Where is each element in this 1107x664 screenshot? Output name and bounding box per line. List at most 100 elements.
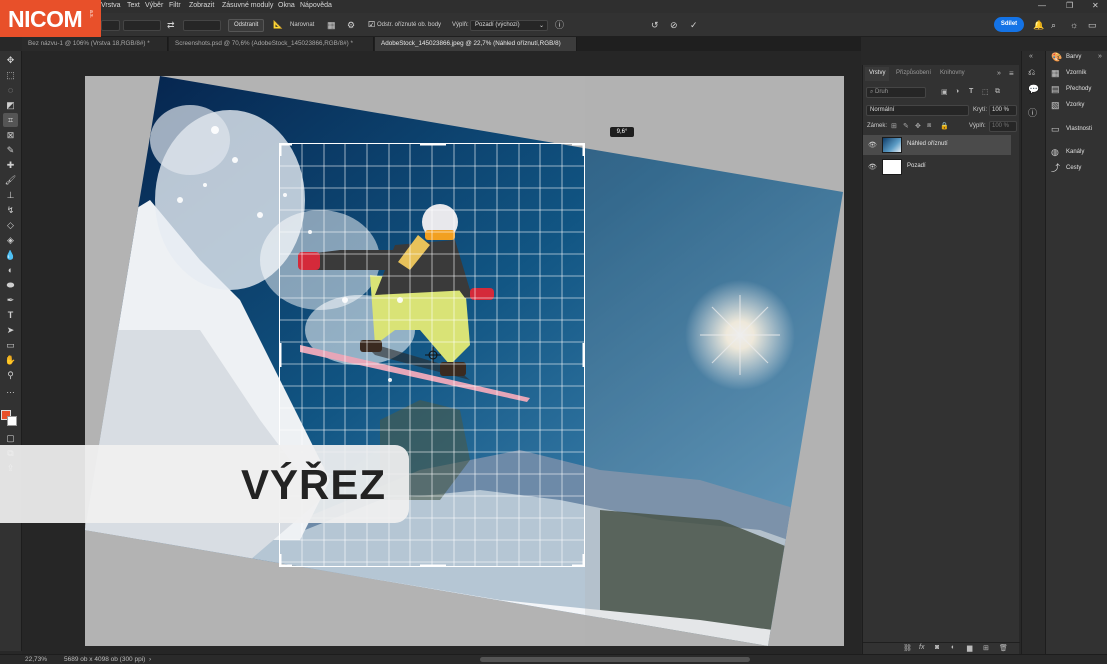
path-select-icon[interactable]: ➤	[3, 323, 18, 337]
background-color-swatch[interactable]	[7, 416, 17, 426]
history-brush-icon[interactable]: ↯	[3, 203, 18, 217]
new-layer-icon[interactable]: ⊞	[983, 644, 989, 652]
move-tool-icon[interactable]: ✥	[3, 53, 18, 67]
tab-adobestock[interactable]: AdobeStock_145023866.jpeg @ 22,7% (Náhle…	[375, 37, 577, 51]
panel-vzornik[interactable]: ▦ Vzorník	[1051, 67, 1107, 81]
layer-style-icon[interactable]: fx	[919, 644, 924, 651]
collapse-icon[interactable]: «	[1029, 53, 1033, 60]
commit-check-icon[interactable]: ✓	[690, 20, 698, 30]
restore-icon[interactable]: ❐	[1066, 1, 1073, 10]
frame-tool-icon[interactable]: ⊠	[3, 128, 18, 142]
menu-vrstva[interactable]: Vrstva	[101, 2, 121, 9]
filter-shape-icon[interactable]: ⬚	[982, 88, 989, 96]
clone-stamp-icon[interactable]: ⊥	[3, 188, 18, 202]
eye-icon[interactable]: 👁	[868, 141, 877, 149]
menu-zasuvne-moduly[interactable]: Zásuvné moduly	[222, 2, 273, 9]
dodge-tool-icon[interactable]: ◐	[3, 263, 18, 277]
link-layers-icon[interactable]: ⛓	[903, 644, 912, 652]
info-icon[interactable]: ⓘ	[1028, 106, 1037, 119]
panel-kanaly[interactable]: ◍ Kanály	[1051, 146, 1107, 160]
share-button[interactable]: Sdílet	[994, 17, 1024, 32]
height-input[interactable]	[183, 20, 221, 31]
type-tool-icon[interactable]: T	[3, 308, 18, 322]
layer-row[interactable]: 👁 Náhled oříznutí	[863, 135, 1011, 155]
lock-all-icon[interactable]: 🔒	[940, 122, 949, 130]
tab-bez-nazvu[interactable]: Bez názvu-1 @ 106% (Vrstva 18,RGB/8#) *	[22, 37, 168, 51]
tab-screenshots[interactable]: Screenshots.psd @ 70,6% (AdobeStock_1450…	[169, 37, 374, 51]
comments-icon[interactable]: 💬	[1028, 84, 1039, 95]
quick-mask-icon[interactable]: ▢	[3, 431, 18, 445]
straighten-label[interactable]: Narovnat	[290, 22, 314, 28]
add-mask-icon[interactable]: ◙	[935, 644, 939, 651]
lock-artboard-icon[interactable]: ⧈	[927, 122, 931, 130]
object-select-icon[interactable]: ◩	[3, 98, 18, 112]
minimize-icon[interactable]: —	[1038, 1, 1046, 10]
rectangle-tool-icon[interactable]: ▭	[3, 338, 18, 352]
sponge-tool-icon[interactable]: ⬬	[3, 278, 18, 292]
cancel-icon[interactable]: ⊘	[670, 20, 678, 30]
menu-filtr[interactable]: Filtr	[169, 2, 181, 9]
lock-position-icon[interactable]: ✥	[915, 122, 921, 130]
width-input[interactable]	[123, 20, 161, 31]
filter-pixel-icon[interactable]: ▣	[941, 88, 948, 96]
pen-tool-icon[interactable]: ✒	[3, 293, 18, 307]
layer-filter-select[interactable]: ⌕ Druh	[866, 87, 926, 98]
close-icon[interactable]: ✕	[1092, 1, 1099, 10]
healing-brush-icon[interactable]: ✚	[3, 158, 18, 172]
straighten-icon[interactable]: 📐	[273, 20, 283, 30]
layer-row[interactable]: 👁 Pozadí	[863, 157, 1011, 177]
zoom-tool-icon[interactable]: ⚲	[3, 368, 18, 382]
horizontal-scrollbar[interactable]	[480, 657, 750, 662]
eye-icon[interactable]: 👁	[868, 163, 877, 171]
crop-tool-icon[interactable]: ⌗	[3, 113, 18, 127]
tab-knihovny[interactable]: Knihovny	[936, 67, 969, 81]
filter-adjustment-icon[interactable]: ◑	[955, 88, 959, 95]
new-group-icon[interactable]: ▆	[967, 644, 972, 652]
chevron-right-icon[interactable]: ›	[149, 656, 151, 663]
panel-menu-icon[interactable]: ≡	[1009, 69, 1014, 78]
panel-vzorky[interactable]: ▧ Vzorky	[1051, 99, 1107, 113]
tab-prizpusobeni[interactable]: Přizpůsobení	[892, 67, 935, 81]
brush-tool-icon[interactable]: 🖌	[3, 173, 18, 187]
menu-okna[interactable]: Okna	[278, 2, 295, 9]
eraser-tool-icon[interactable]: ◇	[3, 218, 18, 232]
zoom-level[interactable]: 22,73%	[25, 656, 47, 663]
menu-napoveda[interactable]: Nápověda	[300, 2, 332, 9]
marquee-tool-icon[interactable]: ⬚	[3, 68, 18, 82]
lasso-tool-icon[interactable]: ◌	[3, 83, 18, 97]
more-tools-icon[interactable]: …	[3, 383, 18, 397]
settings-gear-icon[interactable]: ⚙	[347, 20, 355, 30]
menu-vyber[interactable]: Výběr	[145, 2, 163, 9]
search-icon[interactable]: ⌕	[1051, 20, 1056, 30]
swap-icon[interactable]: ⇄	[167, 20, 175, 30]
tab-vrstvy[interactable]: Vrstvy	[865, 67, 890, 81]
trash-icon[interactable]: 🗑	[999, 644, 1008, 652]
opacity-input[interactable]: 100 %	[989, 105, 1017, 116]
fill-input[interactable]: 100 %	[989, 121, 1017, 132]
panel-barvy[interactable]: 🎨 Barvy	[1051, 51, 1107, 65]
lock-transparent-icon[interactable]: ⊞	[891, 122, 897, 130]
panel-prechody[interactable]: ▤ Přechody	[1051, 83, 1107, 97]
lock-image-icon[interactable]: ✎	[903, 122, 909, 130]
bell-icon[interactable]: 🔔	[1033, 20, 1044, 30]
workspace-icon[interactable]: ▭	[1088, 20, 1097, 30]
hand-tool-icon[interactable]: ✋	[3, 353, 18, 367]
panel-vlastnosti[interactable]: ▭ Vlastnosti	[1051, 123, 1107, 137]
blend-mode-select[interactable]: Normální	[866, 105, 969, 116]
reset-icon[interactable]: ↺	[651, 20, 659, 30]
clear-button[interactable]: Odstranit	[228, 19, 265, 32]
ratio-select[interactable]	[101, 20, 120, 31]
menu-zobrazit[interactable]: Zobrazit	[189, 2, 214, 9]
grid-overlay-icon[interactable]: ▦	[327, 20, 336, 30]
fill-select[interactable]: Pozadí (výchozí) ⌄	[470, 20, 548, 31]
delete-cropped-checkbox[interactable]: ☑	[368, 20, 375, 30]
blur-tool-icon[interactable]: 💧	[3, 248, 18, 262]
menu-text[interactable]: Text	[127, 2, 140, 9]
discover-icon[interactable]: ☼	[1070, 20, 1078, 30]
history-icon[interactable]: ⎌	[1028, 67, 1035, 78]
adjustment-layer-icon[interactable]: ◐	[951, 644, 955, 651]
panel-collapse-icon[interactable]: »	[997, 70, 1001, 77]
filter-type-icon[interactable]: T	[969, 88, 973, 95]
info-icon[interactable]: ⓘ	[555, 20, 564, 30]
filter-smart-icon[interactable]: ⧉	[995, 88, 1000, 96]
